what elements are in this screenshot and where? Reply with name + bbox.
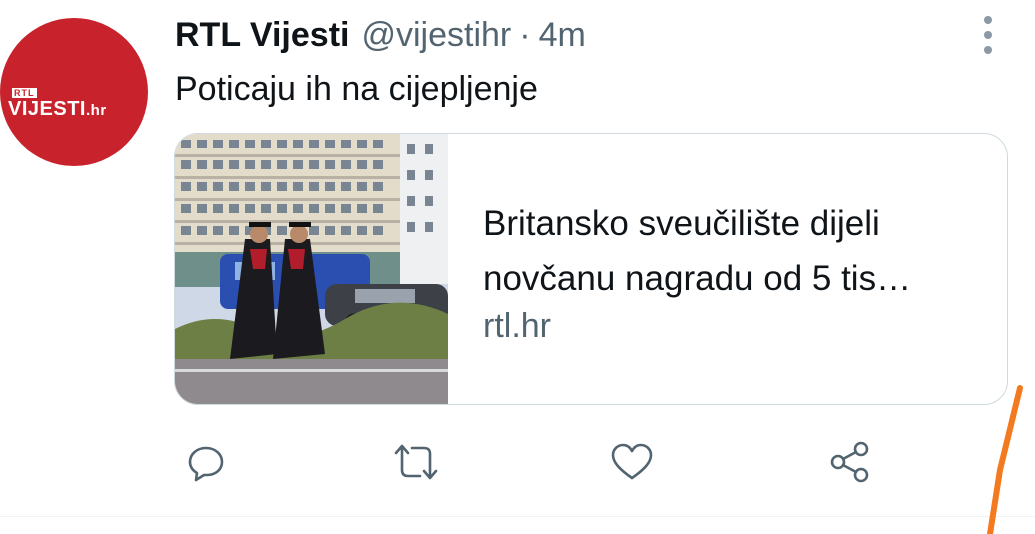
tweet-divider bbox=[0, 516, 1035, 517]
card-image bbox=[175, 134, 448, 404]
tweet-action-bar bbox=[0, 438, 1035, 486]
card-domain: rtl.hr bbox=[483, 307, 551, 345]
link-card[interactable]: Britansko sveučilište dijeli novčanu nag… bbox=[174, 133, 1008, 405]
card-title: Britansko sveučilište dijeli novčanu nag… bbox=[483, 204, 912, 298]
tweet-text: Poticaju ih na cijepljenje bbox=[175, 70, 538, 108]
more-options-icon[interactable] bbox=[978, 16, 998, 54]
rtl-vijesti-logo: RTL VIJESTI.hr bbox=[0, 18, 148, 166]
share-icon[interactable] bbox=[826, 438, 874, 486]
author-handle[interactable]: @vijestihr bbox=[361, 16, 511, 55]
tweet-header: RTL Vijesti @vijestihr · 4m bbox=[175, 16, 586, 55]
logo-badge: RTL bbox=[12, 88, 37, 98]
avatar[interactable]: RTL VIJESTI.hr bbox=[0, 18, 148, 166]
logo-text: VIJESTI.hr bbox=[8, 98, 107, 120]
like-icon[interactable] bbox=[608, 438, 656, 486]
separator-dot: · bbox=[519, 16, 531, 54]
reply-icon[interactable] bbox=[182, 438, 230, 486]
tweet-timestamp[interactable]: 4m bbox=[539, 16, 586, 55]
retweet-icon[interactable] bbox=[392, 438, 440, 486]
author-name[interactable]: RTL Vijesti bbox=[175, 16, 349, 55]
